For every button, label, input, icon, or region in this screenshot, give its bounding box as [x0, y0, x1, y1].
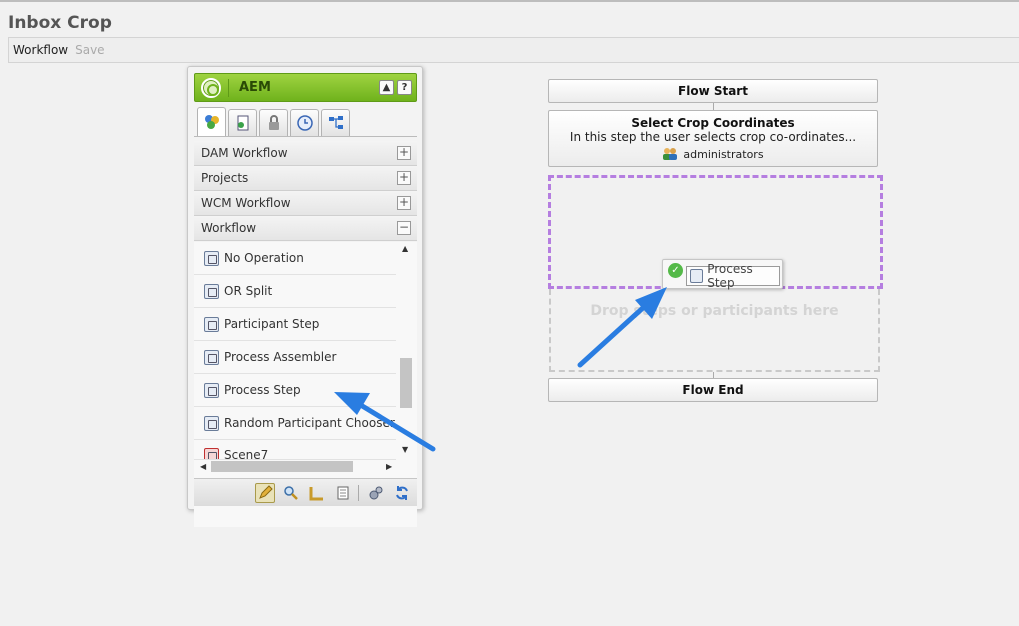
page-title: Inbox Crop	[8, 13, 112, 33]
component-random-participant-chooser[interactable]: Random Participant Chooser	[194, 407, 396, 440]
tab-pages[interactable]	[228, 109, 257, 136]
group-label: Projects	[201, 171, 249, 185]
group-label: Workflow	[201, 221, 257, 235]
group-users-icon	[663, 148, 678, 160]
component-process-assembler[interactable]: Process Assembler	[194, 341, 396, 374]
scaffolding-icon[interactable]	[333, 483, 353, 503]
workflow-toolbar: Workflow Save	[8, 37, 1019, 63]
scroll-right-arrow-icon[interactable]: ▶	[386, 462, 392, 471]
aem-logo-icon	[201, 78, 221, 98]
component-scene7[interactable]: Scene7	[194, 440, 396, 460]
participant-icon	[204, 316, 219, 332]
process-icon	[204, 250, 219, 266]
tab-lock[interactable]	[259, 109, 288, 136]
step-description: In this step the user selects crop co-or…	[569, 130, 857, 144]
flow-end-label: Flow End	[682, 383, 744, 397]
participant-icon	[204, 415, 219, 431]
vertical-scrollbar-thumb[interactable]	[400, 358, 412, 408]
process-icon	[204, 382, 219, 398]
tab-versions[interactable]	[290, 109, 319, 136]
group-wcm-workflow[interactable]: WCM Workflow +	[194, 191, 417, 216]
sidekick-title: AEM	[239, 80, 271, 95]
tab-workflow[interactable]	[321, 109, 350, 136]
dragged-component-label: Process Step	[707, 262, 753, 290]
group-projects[interactable]: Projects +	[194, 166, 417, 191]
sidekick-tabs	[194, 107, 417, 137]
component-label: OR Split	[224, 284, 273, 298]
toolbar-title: Workflow	[13, 43, 69, 57]
settings-icon[interactable]	[366, 483, 386, 503]
step-select-crop-coordinates[interactable]: Select Crop Coordinates In this step the…	[548, 110, 878, 167]
flow-start-label: Flow Start	[678, 84, 748, 98]
sidekick-panel[interactable]: AEM ▲ ? DAM Workflow + Projects + WCM Wo…	[187, 66, 423, 527]
component-label: Scene7	[224, 448, 269, 460]
component-label: Process Assembler	[224, 350, 337, 364]
component-no-operation[interactable]: No Operation	[194, 242, 396, 275]
flow-end-node[interactable]: Flow End	[548, 378, 878, 402]
process-icon	[204, 349, 219, 365]
scene7-icon	[204, 448, 219, 459]
flow-connector	[713, 103, 714, 110]
scroll-left-arrow-icon[interactable]: ◀	[200, 462, 206, 471]
group-label: WCM Workflow	[201, 196, 291, 210]
expand-icon[interactable]: +	[397, 171, 411, 185]
collapse-icon[interactable]: −	[397, 221, 411, 235]
group-workflow[interactable]: Workflow −	[194, 216, 417, 241]
scroll-up-arrow-icon[interactable]: ▲	[402, 244, 408, 253]
help-button[interactable]: ?	[397, 80, 412, 95]
window-top-border	[0, 0, 1019, 2]
collapse-button[interactable]: ▲	[379, 80, 394, 95]
component-label: No Operation	[224, 251, 304, 265]
step-assignee: administrators	[549, 147, 877, 161]
header-divider	[228, 79, 229, 97]
save-button[interactable]: Save	[75, 43, 104, 57]
tab-components[interactable]	[197, 107, 226, 136]
dragged-component-box: Process Step	[686, 262, 780, 290]
component-participant-step[interactable]: Participant Step	[194, 308, 396, 341]
component-label: Random Participant Chooser	[224, 416, 395, 430]
flow-start-node[interactable]: Flow Start	[548, 79, 878, 103]
design-icon[interactable]	[307, 483, 327, 503]
step-title: Select Crop Coordinates	[631, 116, 795, 130]
process-icon	[690, 269, 704, 283]
page-icon	[237, 115, 248, 131]
component-label: Process Step	[224, 383, 301, 397]
dragged-component[interactable]: ✓ Process Step	[662, 259, 783, 290]
component-or-split[interactable]: OR Split	[194, 275, 396, 308]
expand-icon[interactable]: +	[397, 196, 411, 210]
split-icon	[204, 283, 219, 299]
drop-placeholder-text: Drop steps or participants here	[590, 303, 839, 319]
lock-icon	[268, 115, 279, 130]
expand-icon[interactable]: +	[397, 146, 411, 160]
sidekick-footer	[194, 478, 417, 506]
horizontal-scrollbar-thumb[interactable]	[211, 461, 353, 472]
sidekick-header[interactable]: AEM ▲ ?	[194, 73, 417, 102]
edit-icon[interactable]	[255, 483, 275, 503]
assignee-label: administrators	[683, 147, 764, 161]
scroll-down-arrow-icon[interactable]: ▼	[402, 445, 408, 454]
clock-icon	[296, 115, 313, 131]
components-icon	[204, 115, 219, 129]
workflow-icon	[328, 116, 343, 129]
component-label: Participant Step	[224, 317, 320, 331]
component-process-step[interactable]: Process Step	[194, 374, 396, 407]
group-dam-workflow[interactable]: DAM Workflow +	[194, 141, 417, 166]
drop-allowed-check-icon: ✓	[668, 263, 683, 278]
group-label: DAM Workflow	[201, 146, 288, 160]
drop-zone[interactable]	[549, 289, 880, 372]
footer-divider	[358, 485, 359, 501]
refresh-icon[interactable]	[392, 483, 412, 503]
preview-icon[interactable]	[281, 483, 301, 503]
